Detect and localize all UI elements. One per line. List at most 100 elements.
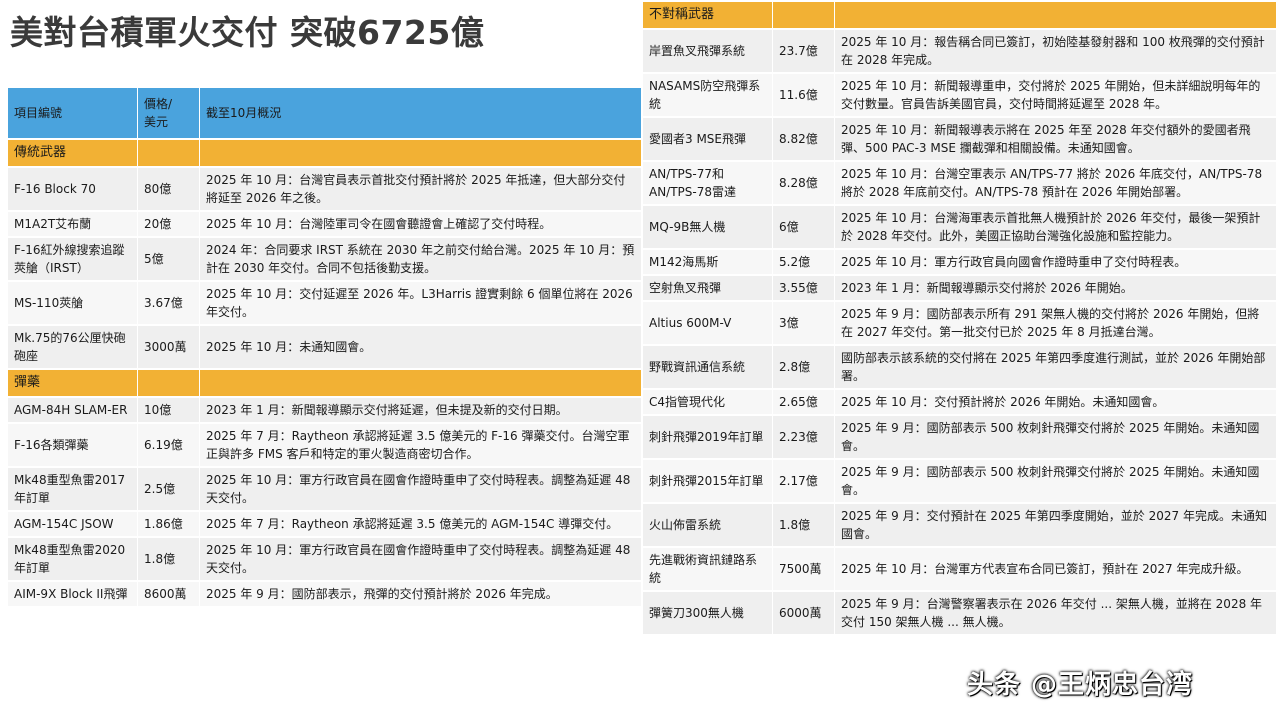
category-spacer [200,140,642,166]
item-status-cell: 2025 年 10 月：未通知國會。 [200,326,642,368]
item-name-cell: 刺針飛彈2019年訂單 [643,416,773,458]
category-spacer [138,370,200,396]
table-row: 空射魚叉飛彈 3.55億 2023 年 1 月：新聞報導顯示交付將於 2026 年開… [643,276,1277,300]
table-row: F-16 Block 70 80億 2025 年 10 月：台灣官員表示首批交付預計… [8,168,642,210]
table-row: AN/TPS-77和AN/TPS-78雷達 8.28億 2025 年 10 月：台灣… [643,162,1277,204]
table-row: 刺針飛彈2015年訂單 2.17億 2025 年 9 月：國防部表示 500 枚刺針… [643,460,1277,502]
item-status-cell: 2025 年 9 月：交付預計在 2025 年第四季度開始，並於 2027 年完… [835,504,1277,546]
table-row: C4指管現代化 2.65億 2025 年 10 月：交付預計將於 2026 年開始。… [643,390,1277,414]
category-label: 彈藥 [8,370,138,396]
table-row: AIM-9X Block II飛彈 8600萬 2025 年 9 月：國防部表示，飛… [8,582,642,606]
category-row: 不對稱武器 [643,2,1277,28]
category-label: 傳統武器 [8,140,138,166]
item-price-cell: 1.8億 [138,538,200,580]
item-status-cell: 2024 年：合同要求 IRST 系統在 2030 年之前交付給台灣。2025 … [200,238,642,280]
category-spacer [773,2,835,28]
item-name-cell: AN/TPS-77和AN/TPS-78雷達 [643,162,773,204]
right-table-panel: 不對稱武器 岸置魚叉飛彈系統 23.7億 2025 年 10 月：報告稱合同已簽訂，初… [643,0,1277,636]
category-row: 彈藥 [8,370,642,396]
item-price-cell: 2.17億 [773,460,835,502]
item-status-cell: 2025 年 10 月：報告稱合同已簽訂，初始陸基發射器和 100 枚飛彈的交付… [835,30,1277,72]
table-row: Altius 600M-V 3億 2025 年 9 月：國防部表示所有 291 架無… [643,302,1277,344]
left-table-body: 傳統武器 F-16 Block 70 80億 2025 年 10 月：台灣官員表示首批… [8,140,642,606]
item-price-cell: 3000萬 [138,326,200,368]
item-price-cell: 6000萬 [773,592,835,634]
table-row: MQ-9B無人機 6億 2025 年 10 月：台灣海軍表示首批無人機預計於 202… [643,206,1277,248]
header-status: 截至10月概況 [200,88,642,138]
item-status-cell: 2025 年 10 月：台灣官員表示首批交付預計將於 2025 年抵達，但大部分… [200,168,642,210]
right-weapons-table: 不對稱武器 岸置魚叉飛彈系統 23.7億 2025 年 10 月：報告稱合同已簽訂，初… [643,0,1277,636]
item-price-cell: 6億 [773,206,835,248]
item-name-cell: C4指管現代化 [643,390,773,414]
table-row: F-16各類彈藥 6.19億 2025 年 7 月：Raytheon 承認將延遲 3… [8,424,642,466]
item-status-cell: 2025 年 7 月：Raytheon 承認將延遲 3.5 億美元的 F-16 … [200,424,642,466]
item-price-cell: 11.6億 [773,74,835,116]
category-spacer [138,140,200,166]
item-price-cell: 2.8億 [773,346,835,388]
item-price-cell: 23.7億 [773,30,835,72]
item-name-cell: 野戰資訊通信系統 [643,346,773,388]
item-price-cell: 6.19億 [138,424,200,466]
item-status-cell: 2025 年 10 月：新聞報導表示將在 2025 年至 2028 年交付額外的… [835,118,1277,160]
item-status-cell: 2025 年 9 月：國防部表示 500 枚刺針飛彈交付將於 2025 年開始。… [835,416,1277,458]
header-item: 項目編號 [8,88,138,138]
item-name-cell: MQ-9B無人機 [643,206,773,248]
table-row: NASAMS防空飛彈系統 11.6億 2025 年 10 月：新聞報導重申，交付將於… [643,74,1277,116]
table-row: F-16紅外線搜索追蹤莢艙（IRST） 5億 2024 年：合同要求 IRST 系統… [8,238,642,280]
item-price-cell: 10億 [138,398,200,422]
page-title: 美對台積軍火交付 突破6725億 [10,13,485,52]
item-name-cell: NASAMS防空飛彈系統 [643,74,773,116]
table-row: MS-110莢艙 3.67億 2025 年 10 月：交付延遲至 2026 年。L3… [8,282,642,324]
item-name-cell: F-16各類彈藥 [8,424,138,466]
item-price-cell: 20億 [138,212,200,236]
item-price-cell: 80億 [138,168,200,210]
category-spacer [200,370,642,396]
table-header-row: 項目編號 價格/ 美元 截至10月概況 [8,88,642,138]
item-price-cell: 5億 [138,238,200,280]
item-status-cell: 2025 年 9 月：國防部表示，飛彈的交付預計將於 2026 年完成。 [200,582,642,606]
item-name-cell: Altius 600M-V [643,302,773,344]
category-label: 不對稱武器 [643,2,773,28]
item-status-cell: 2023 年 1 月：新聞報導顯示交付將延遲，但未提及新的交付日期。 [200,398,642,422]
watermark: 头条 @王炳忠台湾 [967,670,1194,700]
item-status-cell: 國防部表示該系統的交付將在 2025 年第四季度進行測試，並於 2026 年開始… [835,346,1277,388]
item-status-cell: 2025 年 10 月：軍方行政官員向國會作證時重申了交付時程表。 [835,250,1277,274]
table-row: 愛國者3 MSE飛彈 8.82億 2025 年 10 月：新聞報導表示將在 2025… [643,118,1277,160]
item-status-cell: 2025 年 10 月：新聞報導重申，交付將於 2025 年開始，但未詳細說明每… [835,74,1277,116]
item-status-cell: 2025 年 10 月：台灣海軍表示首批無人機預計於 2026 年交付，最後一架… [835,206,1277,248]
item-status-cell: 2025 年 9 月：國防部表示所有 291 架無人機的交付將於 2026 年開… [835,302,1277,344]
item-price-cell: 3.55億 [773,276,835,300]
item-status-cell: 2025 年 10 月：軍方行政官員在國會作證時重申了交付時程表。調整為延遲 4… [200,538,642,580]
item-price-cell: 2.65億 [773,390,835,414]
item-status-cell: 2023 年 1 月：新聞報導顯示交付將於 2026 年開始。 [835,276,1277,300]
item-price-cell: 2.5億 [138,468,200,510]
item-status-cell: 2025 年 10 月：軍方行政官員在國會作證時重申了交付時程表。調整為延遲 4… [200,468,642,510]
category-row: 傳統武器 [8,140,642,166]
item-status-cell: 2025 年 7 月：Raytheon 承認將延遲 3.5 億美元的 AGM-1… [200,512,642,536]
item-status-cell: 2025 年 10 月：交付預計將於 2026 年開始。未通知國會。 [835,390,1277,414]
item-price-cell: 8.28億 [773,162,835,204]
category-spacer [835,2,1277,28]
item-price-cell: 2.23億 [773,416,835,458]
table-row: M1A2T艾布蘭 20億 2025 年 10 月：台灣陸軍司令在國會聽證會上確認了交… [8,212,642,236]
item-name-cell: Mk.75的76公厘快砲砲座 [8,326,138,368]
right-table-body: 不對稱武器 岸置魚叉飛彈系統 23.7億 2025 年 10 月：報告稱合同已簽訂，初… [643,2,1277,634]
item-status-cell: 2025 年 9 月：國防部表示 500 枚刺針飛彈交付將於 2025 年開始。… [835,460,1277,502]
item-price-cell: 8.82億 [773,118,835,160]
item-name-cell: 空射魚叉飛彈 [643,276,773,300]
item-status-cell: 2025 年 10 月：台灣軍方代表宣布合同已簽訂，預計在 2027 年完成升級… [835,548,1277,590]
item-price-cell: 3.67億 [138,282,200,324]
table-row: Mk.75的76公厘快砲砲座 3000萬 2025 年 10 月：未通知國會。 [8,326,642,368]
item-name-cell: F-16 Block 70 [8,168,138,210]
item-name-cell: 彈簧刀300無人機 [643,592,773,634]
item-price-cell: 7500萬 [773,548,835,590]
table-row: 野戰資訊通信系統 2.8億 國防部表示該系統的交付將在 2025 年第四季度進行測試… [643,346,1277,388]
item-name-cell: M142海馬斯 [643,250,773,274]
item-price-cell: 5.2億 [773,250,835,274]
item-status-cell: 2025 年 10 月：台灣陸軍司令在國會聽證會上確認了交付時程。 [200,212,642,236]
item-status-cell: 2025 年 10 月：交付延遲至 2026 年。L3Harris 證實剩餘 6… [200,282,642,324]
table-row: 火山佈雷系統 1.8億 2025 年 9 月：交付預計在 2025 年第四季度開始，… [643,504,1277,546]
table-row: 刺針飛彈2019年訂單 2.23億 2025 年 9 月：國防部表示 500 枚刺針… [643,416,1277,458]
item-name-cell: MS-110莢艙 [8,282,138,324]
item-status-cell: 2025 年 9 月：台灣警察署表示在 2026 年交付 ... 架無人機，並將… [835,592,1277,634]
